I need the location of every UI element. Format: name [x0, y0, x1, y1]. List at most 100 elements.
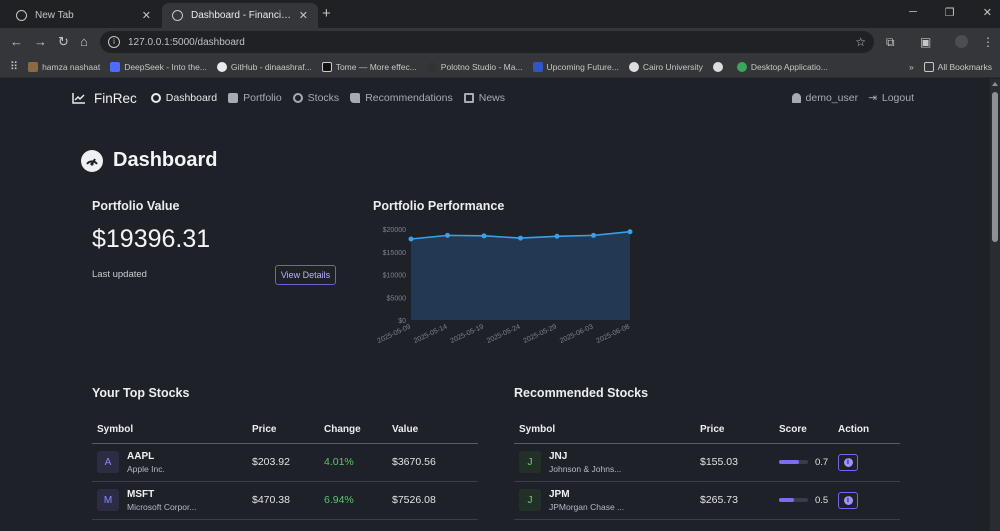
close-icon[interactable]: ✕ — [142, 9, 151, 22]
info-button[interactable]: i — [838, 453, 858, 471]
brand-name: FinRec — [94, 90, 137, 106]
back-icon[interactable]: ← — [10, 34, 23, 49]
browser-tab-strip: New Tab ✕ Dashboard - Financial Investme… — [0, 0, 1000, 28]
bookmark-item[interactable] — [712, 61, 727, 72]
y-tick-label: $0 — [398, 318, 406, 325]
score-bar-fill — [779, 498, 794, 503]
browser-tab-dashboard[interactable]: Dashboard - Financial Investme... ✕ — [162, 3, 318, 28]
bookmark-star-icon[interactable]: ☆ — [855, 35, 866, 49]
newspaper-icon — [463, 93, 474, 103]
bookmarks-bar: ⠿ hamza nashaat DeepSeek - Into the... G… — [0, 56, 1000, 78]
tab-title: Dashboard - Financial Investme... — [191, 10, 293, 21]
recommended-stocks-title: Recommended Stocks — [514, 386, 649, 400]
bookmark-item[interactable]: Upcoming Future... — [532, 61, 619, 72]
info-button[interactable]: i — [838, 491, 858, 509]
nav-portfolio[interactable]: Portfolio — [228, 92, 282, 104]
stock-letter-badge: A — [97, 451, 119, 473]
nav-dashboard[interactable]: Dashboard — [150, 92, 217, 104]
scrollbar-thumb[interactable] — [992, 92, 998, 242]
logout-link[interactable]: ⇥ Logout — [868, 92, 914, 104]
stock-ticker: JPM — [549, 488, 570, 500]
stock-value: $3670.56 — [392, 443, 478, 482]
stock-symbol-cell: M MSFT Microsoft Corpor... — [97, 489, 252, 512]
data-point — [591, 232, 596, 238]
stock-ticker: AAPL — [127, 450, 155, 462]
logout-icon: ⇥ — [868, 92, 877, 104]
nav-recommendations[interactable]: Recommendations — [350, 92, 453, 104]
more-bookmarks-icon[interactable]: » — [909, 62, 914, 72]
x-tick-label: 2025-05-14 — [413, 323, 449, 345]
bookmark-item[interactable]: hamza nashaat — [28, 61, 100, 72]
data-point — [627, 229, 633, 235]
all-bookmarks-folder[interactable]: All Bookmarks — [923, 61, 992, 72]
reload-icon[interactable]: ↻ — [58, 34, 69, 50]
briefcase-icon — [228, 93, 239, 103]
gauge-icon — [81, 149, 103, 172]
url-text[interactable]: 127.0.0.1:5000/dashboard — [128, 37, 855, 48]
bookmark-item[interactable]: DeepSeek - Into the... — [110, 61, 207, 72]
brand-logo[interactable]: FinRec — [72, 91, 137, 106]
browser-toolbar: ← → ↻ ⌂ i 127.0.0.1:5000/dashboard ☆ ⧉ ▣… — [0, 28, 1000, 56]
cast-icon[interactable]: ▣ — [920, 35, 931, 49]
app-navbar: FinRec Dashboard Portfolio Stocks Recomm… — [72, 89, 914, 107]
score-bar — [779, 498, 808, 503]
view-details-button[interactable]: View Details — [275, 265, 336, 285]
site-info-icon[interactable]: i — [108, 36, 120, 48]
bookmark-item[interactable]: Polotno Studio - Ma... — [426, 61, 523, 72]
browser-tab-new-tab[interactable]: New Tab ✕ — [6, 3, 161, 28]
minimize-button[interactable]: ─ — [909, 6, 917, 19]
data-point — [518, 235, 523, 241]
table-row[interactable]: J JPM JPMorgan Chase ... $265.73 0.5 i — [514, 481, 900, 520]
forward-icon[interactable]: → — [34, 34, 47, 49]
table-row[interactable]: J JNJ Johnson & Johns... $155.03 0.7 i — [514, 443, 900, 482]
user-menu: demo_user ⇥ Logout — [791, 92, 914, 104]
bookmark-item[interactable]: Cairo University — [628, 61, 703, 72]
y-tick-label: $10000 — [383, 273, 406, 280]
bookmark-item[interactable]: Tome — More effec... — [321, 61, 417, 72]
last-updated-label: Last updated — [92, 269, 147, 280]
info-icon: i — [843, 495, 853, 505]
stock-price: $203.92 — [252, 443, 324, 482]
stock-symbol-cell: A AAPL Apple Inc. — [97, 451, 252, 474]
recommended-stocks-table: Symbol Price Score Action J JNJ Johnson &… — [514, 417, 900, 520]
gauge-icon — [150, 93, 161, 103]
extensions-icon[interactable]: ⧉ — [886, 35, 895, 50]
column-header: Price — [700, 417, 779, 444]
thumbs-up-icon — [350, 93, 361, 103]
y-tick-label: $5000 — [387, 295, 407, 302]
x-tick-label: 2025-05-24 — [486, 323, 522, 345]
tab-title: New Tab — [35, 10, 74, 21]
user-link[interactable]: demo_user — [791, 92, 858, 104]
search-icon — [292, 93, 303, 103]
restore-button[interactable]: ❐ — [945, 6, 955, 19]
scroll-up-arrow[interactable] — [992, 82, 998, 86]
menu-icon[interactable]: ⋮ — [982, 35, 994, 49]
stock-letter-badge: J — [519, 489, 541, 511]
new-tab-button[interactable]: + — [322, 5, 331, 22]
nav-stocks[interactable]: Stocks — [292, 92, 339, 104]
portfolio-value-amount: $19396.31 — [92, 225, 211, 253]
table-row[interactable]: A AAPL Apple Inc. $203.92 4.01% $3670.56 — [92, 443, 478, 482]
close-icon[interactable]: ✕ — [299, 9, 308, 22]
address-bar[interactable]: i 127.0.0.1:5000/dashboard ☆ — [100, 31, 874, 53]
area-fill — [411, 231, 630, 320]
score-cell: 0.7 — [779, 443, 838, 482]
column-header: Symbol — [92, 417, 252, 444]
y-tick-label: $20000 — [383, 227, 406, 234]
page-viewport: FinRec Dashboard Portfolio Stocks Recomm… — [0, 79, 990, 531]
apps-grid-icon[interactable]: ⠿ — [10, 60, 18, 73]
page-heading: Dashboard — [81, 149, 217, 172]
bookmark-item[interactable]: GitHub - dinaashraf... — [216, 61, 312, 72]
stock-change: 4.01% — [324, 443, 392, 482]
table-row[interactable]: M MSFT Microsoft Corpor... $470.38 6.94% … — [92, 481, 478, 520]
profile-avatar[interactable] — [955, 35, 968, 48]
close-window-button[interactable]: ✕ — [983, 6, 992, 19]
table-header-row: Symbol Price Score Action — [514, 417, 900, 444]
stock-company-name: JPMorgan Chase ... — [549, 501, 625, 512]
bookmark-item[interactable]: Desktop Applicatio... — [736, 61, 828, 72]
portfolio-performance-title: Portfolio Performance — [373, 199, 505, 213]
globe-icon — [172, 10, 183, 21]
home-icon[interactable]: ⌂ — [80, 34, 88, 49]
x-tick-label: 2025-05-09 — [376, 323, 412, 345]
nav-news[interactable]: News — [463, 92, 505, 104]
